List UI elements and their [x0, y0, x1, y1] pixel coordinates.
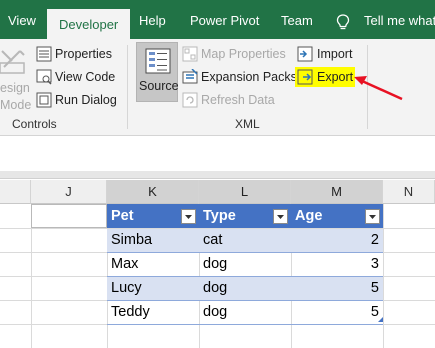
column-header-j[interactable]: J: [31, 180, 107, 204]
source-button[interactable]: [136, 42, 178, 102]
filter-dropdown-icon[interactable]: [365, 209, 380, 224]
filter-dropdown-icon[interactable]: [181, 209, 196, 224]
table-cell[interactable]: dog: [199, 276, 291, 300]
table-header-age[interactable]: Age: [291, 204, 383, 228]
table-cell[interactable]: 5: [291, 276, 383, 300]
import-label: Import: [317, 47, 353, 61]
tab-developer[interactable]: Developer: [47, 9, 131, 39]
source-label: Source: [139, 79, 179, 93]
controls-group-label: Controls: [12, 117, 57, 131]
tell-me-search[interactable]: Tell me what y: [364, 0, 435, 39]
export-icon: [297, 69, 313, 85]
tab-view[interactable]: View: [8, 0, 36, 39]
properties-icon: [36, 46, 52, 62]
map-properties-icon: [182, 46, 198, 62]
table-header-pet[interactable]: Pet: [107, 204, 199, 228]
table-header-label: Age: [295, 208, 323, 224]
filter-dropdown-icon[interactable]: [273, 209, 288, 224]
column-header-n[interactable]: N: [383, 180, 435, 204]
ribbon-panel: esign Mode Properties View Code Run Dial…: [0, 39, 435, 136]
export-label: Export: [317, 70, 354, 84]
run-dialog-label: Run Dialog: [55, 93, 117, 107]
column-header-k[interactable]: K: [107, 180, 199, 204]
tab-team[interactable]: Team: [281, 0, 313, 39]
selected-cell[interactable]: [31, 204, 107, 228]
column-header-l[interactable]: L: [199, 180, 291, 204]
corner-header[interactable]: [0, 180, 31, 204]
table-cell[interactable]: Lucy: [107, 276, 199, 300]
table-cell[interactable]: Teddy: [107, 300, 199, 324]
table-header-type[interactable]: Type: [199, 204, 291, 228]
map-properties-label: Map Properties: [201, 47, 286, 61]
table-border: [107, 324, 383, 325]
group-separator: [127, 45, 128, 129]
source-icon: [145, 48, 171, 74]
import-icon: [297, 46, 313, 62]
sheet-top-border: [0, 171, 435, 179]
table-cell[interactable]: Max: [107, 252, 199, 276]
design-mode-icon: [0, 50, 25, 74]
table-cell[interactable]: dog: [199, 300, 291, 324]
tab-help[interactable]: Help: [139, 0, 166, 39]
properties-label: Properties: [55, 47, 112, 61]
table-cell[interactable]: Simba: [107, 228, 199, 252]
table-cell[interactable]: cat: [199, 228, 291, 252]
table-header-label: Type: [203, 208, 236, 224]
ribbon-tab-bar: View Developer Help Power Pivot Team Tel…: [0, 0, 435, 39]
refresh-data-label: Refresh Data: [201, 93, 275, 107]
column-header-m[interactable]: M: [291, 180, 383, 204]
view-code-icon: [36, 69, 52, 85]
refresh-data-icon: [182, 92, 198, 108]
table-cell[interactable]: dog: [199, 252, 291, 276]
run-dialog-icon: [36, 92, 52, 108]
xml-group-label: XML: [235, 117, 260, 131]
view-code-label: View Code: [55, 70, 116, 84]
table-resize-handle-icon[interactable]: [378, 317, 383, 322]
table-header-label: Pet: [111, 208, 134, 224]
lightbulb-icon[interactable]: [336, 14, 350, 31]
expansion-packs-label: Expansion Packs: [201, 70, 297, 84]
table-cell[interactable]: 2: [291, 228, 383, 252]
formula-bar-area: [0, 137, 435, 171]
tab-power-pivot[interactable]: Power Pivot: [190, 0, 259, 39]
design-mode-label-2: Mode: [0, 98, 32, 112]
annotation-arrow-icon: [354, 76, 403, 101]
expansion-packs-icon: [182, 69, 198, 84]
table-cell[interactable]: 3: [291, 252, 383, 276]
table-cell[interactable]: 5: [291, 300, 383, 324]
